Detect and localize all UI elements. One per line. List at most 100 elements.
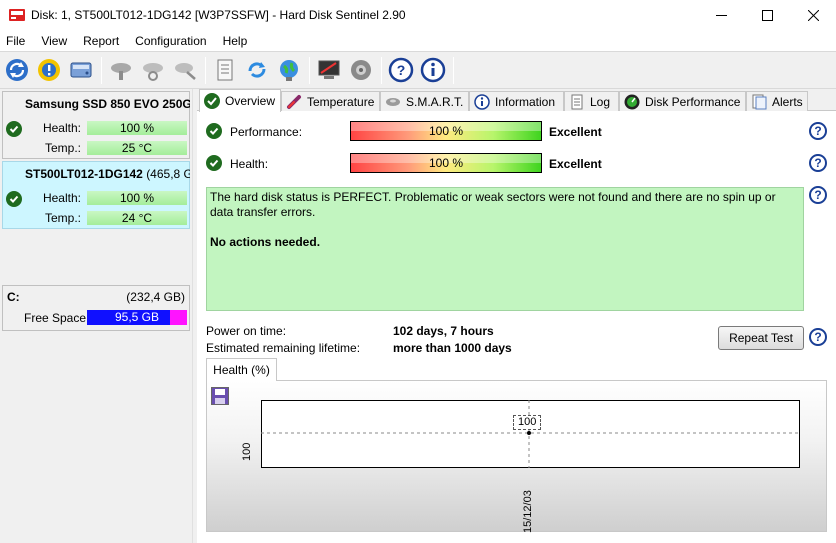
help-button[interactable]: ?	[386, 55, 416, 85]
free-space-label: Free Space	[24, 311, 87, 325]
drive-size: (232,4 GB)	[126, 290, 185, 304]
toolbar-separator	[205, 57, 206, 84]
disk-name: ST500LT012-1DG142 (465,8 GB)	[25, 167, 190, 181]
menu-report[interactable]: Report	[77, 31, 125, 51]
hdd-grey-button[interactable]	[106, 55, 136, 85]
free-space-fill	[169, 310, 187, 325]
menu-file[interactable]: File	[0, 31, 31, 51]
performance-value: 100 %	[428, 124, 464, 138]
health-value: 100 %	[428, 156, 464, 170]
actions-text: No actions needed.	[210, 235, 321, 249]
tab-label: Disk Performance	[645, 94, 741, 109]
check-icon	[6, 121, 22, 137]
tab-information[interactable]: Information	[469, 91, 564, 111]
sync-button[interactable]	[242, 55, 272, 85]
tab-label: Temperature	[307, 94, 375, 109]
refresh-icon	[6, 59, 28, 81]
tab-health-chart[interactable]: Health (%)	[206, 358, 277, 381]
report-button[interactable]	[210, 55, 240, 85]
info-icon	[474, 93, 490, 110]
minimize-icon	[715, 15, 727, 16]
temp-bar: 25 °C	[87, 141, 187, 155]
check-icon	[206, 123, 222, 139]
tab-smart[interactable]: S.M.A.R.T.	[380, 91, 469, 111]
check-icon	[206, 155, 222, 171]
window-title: Disk: 1, ST500LT012-1DG142 [W3P7SSFW] - …	[31, 8, 406, 22]
disk-name: Samsung SSD 850 EVO 250GB	[25, 97, 190, 111]
tab-disk-performance[interactable]: Disk Performance	[619, 91, 746, 111]
temp-label: Temp.:	[44, 211, 81, 225]
speaker-button[interactable]	[346, 55, 376, 85]
tab-overview[interactable]: Overview	[199, 89, 281, 112]
close-button[interactable]	[790, 0, 836, 31]
disk-wrench-button[interactable]	[138, 55, 168, 85]
status-text-box: The hard disk status is PERFECT. Problem…	[206, 187, 804, 311]
disk-list-panel: Samsung SSD 850 EVO 250GB Health: 100 % …	[0, 89, 192, 543]
performance-rating: Excellent	[549, 125, 602, 139]
plot-box	[261, 400, 800, 468]
minimize-button[interactable]	[698, 0, 744, 31]
disk-icon	[385, 94, 401, 110]
help-icon[interactable]: ?	[809, 122, 827, 140]
performance-label: Performance:	[230, 125, 303, 139]
disk-icon	[70, 62, 92, 78]
close-icon	[807, 10, 819, 21]
tab-bar: Overview Temperature S.M.A.R.T. Informat…	[197, 89, 836, 112]
disk-size: (465,8 GB)	[146, 167, 190, 181]
alerts-icon	[751, 94, 767, 110]
thermometer-icon	[286, 94, 302, 110]
globe-network-icon	[280, 60, 298, 81]
screen-button[interactable]	[314, 55, 344, 85]
info-icon	[420, 57, 446, 83]
help-icon[interactable]: ?	[809, 154, 827, 172]
save-icon[interactable]	[211, 387, 229, 405]
disk-key-button[interactable]	[170, 55, 200, 85]
globe-network-button[interactable]	[274, 55, 304, 85]
main-panel: Overview Temperature S.M.A.R.T. Informat…	[197, 89, 836, 543]
maximize-icon	[761, 10, 773, 21]
temp-label: Temp.:	[44, 141, 81, 155]
menu-view[interactable]: View	[35, 31, 73, 51]
data-point	[527, 431, 531, 435]
tab-label: Information	[495, 94, 556, 109]
sync-icon	[248, 62, 266, 78]
health-bar: 100 %	[350, 153, 542, 173]
tab-log[interactable]: Log	[564, 91, 619, 111]
disk-entry-seagate[interactable]: ST500LT012-1DG142 (465,8 GB) Health: 100…	[2, 161, 190, 229]
refresh-button[interactable]	[2, 55, 32, 85]
alert-icon	[38, 59, 60, 81]
disk-entry-samsung[interactable]: Samsung SSD 850 EVO 250GB Health: 100 % …	[2, 91, 190, 159]
tab-alerts[interactable]: Alerts	[746, 91, 808, 111]
tab-label: Overview	[225, 94, 276, 108]
menu-configuration[interactable]: Configuration	[129, 31, 212, 51]
volume-entry-c[interactable]: C: (232,4 GB) Free Space 95,5 GB	[2, 285, 190, 331]
toolbar-separator	[381, 57, 382, 84]
toolbar: ?	[0, 51, 836, 89]
repeat-test-button[interactable]: Repeat Test	[718, 326, 804, 350]
help-icon: ?	[388, 57, 414, 83]
performance-bar: 100 %	[350, 121, 542, 141]
health-rating: Excellent	[549, 157, 602, 171]
health-chart: 100 100 15/12/03	[206, 380, 827, 533]
free-space-value: 95,5 GB	[114, 310, 160, 324]
info-button[interactable]	[418, 55, 448, 85]
speaker-icon	[351, 60, 371, 80]
app-icon	[9, 9, 25, 21]
free-space-bar: 95,5 GB	[87, 310, 187, 325]
help-icon[interactable]: ?	[809, 328, 827, 346]
toolbar-separator	[309, 57, 310, 84]
health-label: Health:	[42, 191, 81, 205]
tab-label: Log	[590, 94, 611, 109]
tab-temperature[interactable]: Temperature	[281, 91, 380, 111]
disk-button[interactable]	[66, 55, 96, 85]
alert-button[interactable]	[34, 55, 64, 85]
maximize-button[interactable]	[744, 0, 790, 31]
disk-wrench-icon	[143, 63, 163, 81]
toolbar-separator	[453, 57, 454, 84]
health-label: Health:	[42, 121, 81, 135]
svg-text:?: ?	[397, 62, 406, 78]
lifetime-label: Estimated remaining lifetime:	[206, 341, 361, 355]
menu-help[interactable]: Help	[217, 31, 254, 51]
help-icon[interactable]: ?	[809, 186, 827, 204]
check-icon	[204, 93, 220, 109]
